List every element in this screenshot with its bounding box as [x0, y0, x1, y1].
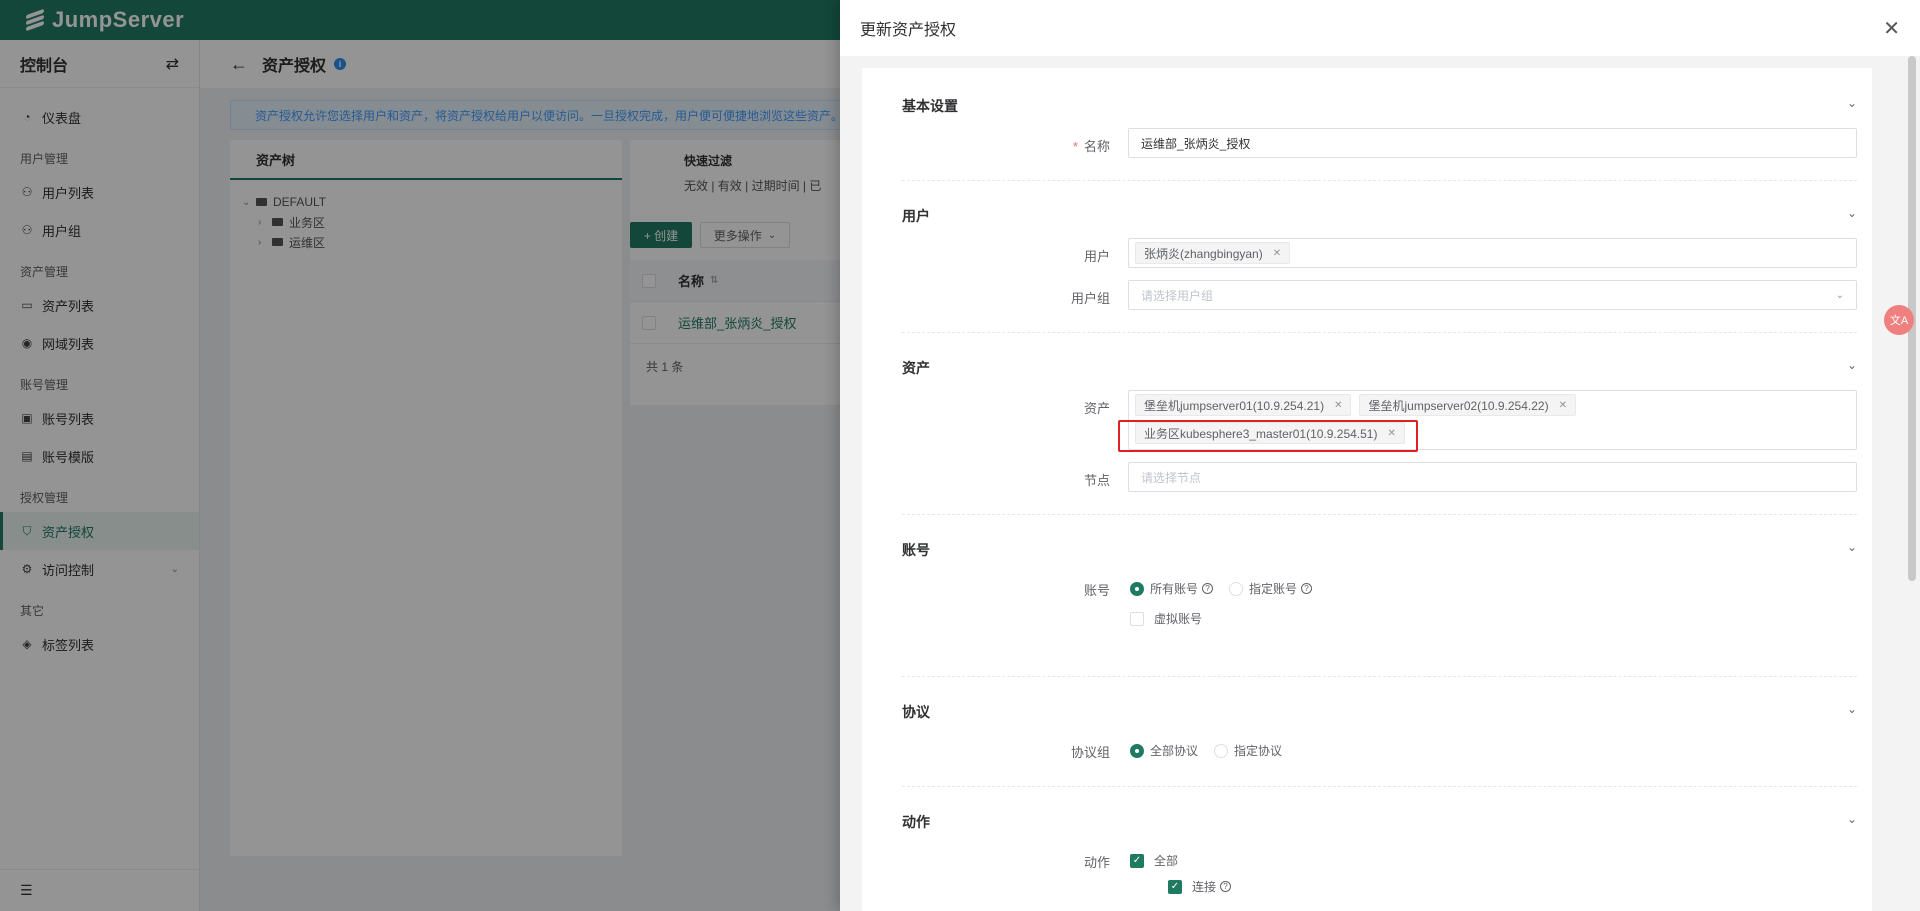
divider — [902, 514, 1857, 515]
name-label: * 名称 — [1072, 139, 1110, 154]
node-label: 节点 — [1083, 473, 1110, 488]
name-value: 运维部_张炳炎_授权 — [1141, 136, 1251, 151]
translate-icon[interactable]: 文A — [1884, 305, 1914, 335]
drawer-header: 更新资产授权 ✕ — [840, 0, 1920, 56]
update-permission-drawer: 更新资产授权 ✕ 基本设置 ⌄ * 名称 运维部_张炳炎_授权 用户 ⌄ 用户 张… — [840, 0, 1920, 911]
asset-tag: 堡垒机jumpserver01(10.9.254.21) ✕ — [1135, 394, 1352, 416]
radio-specified-protocols[interactable]: 指定协议 — [1214, 742, 1282, 759]
chevron-down-icon[interactable]: ⌄ — [1847, 540, 1857, 554]
section-title-protocol: 协议 — [902, 704, 930, 720]
modal-overlay[interactable] — [0, 0, 840, 911]
drawer-title: 更新资产授权 — [860, 22, 957, 39]
form-card: 基本设置 ⌄ * 名称 运维部_张炳炎_授权 用户 ⌄ 用户 张炳炎(zhangb… — [862, 68, 1872, 911]
section-protocol: 协议 ⌄ — [902, 702, 1857, 722]
section-account: 账号 ⌄ — [902, 540, 1857, 560]
asset-tag-label: 堡垒机jumpserver02(10.9.254.22) — [1368, 398, 1549, 413]
node-select[interactable]: 请选择节点 — [1128, 462, 1857, 492]
account-radio-group: 所有账号? 指定账号? — [1130, 580, 1328, 597]
tag-close-icon[interactable]: ✕ — [1334, 400, 1342, 411]
user-group-select[interactable]: 请选择用户组 ⌄ — [1128, 280, 1857, 310]
divider — [902, 676, 1857, 677]
section-title-account: 账号 — [902, 542, 930, 558]
chevron-down-icon[interactable]: ⌄ — [1847, 206, 1857, 220]
section-basic: 基本设置 ⌄ — [902, 96, 1857, 116]
radio-all-accounts[interactable]: 所有账号? — [1130, 580, 1214, 597]
account-label: 账号 — [1083, 583, 1110, 598]
action-label: 动作 — [1083, 855, 1110, 870]
close-icon[interactable]: ✕ — [1883, 16, 1900, 41]
chevron-down-icon[interactable]: ⌄ — [1847, 358, 1857, 372]
asset-tag: 堡垒机jumpserver02(10.9.254.22) ✕ — [1359, 394, 1576, 416]
tag-close-icon[interactable]: ✕ — [1559, 400, 1567, 411]
user-group-label: 用户组 — [1070, 291, 1110, 306]
checkbox-label: 全部 — [1154, 854, 1179, 868]
section-title-action: 动作 — [902, 814, 930, 830]
checkbox-label: 连接 — [1192, 880, 1217, 894]
section-asset: 资产 ⌄ — [902, 358, 1857, 378]
name-input[interactable]: 运维部_张炳炎_授权 — [1128, 128, 1857, 158]
section-user: 用户 ⌄ — [902, 206, 1857, 226]
check-icon: ✓ — [1168, 879, 1182, 894]
help-icon[interactable]: ? — [1202, 583, 1214, 594]
user-label: 用户 — [1083, 249, 1110, 264]
section-action: 动作 ⌄ — [902, 812, 1857, 832]
divider — [902, 332, 1857, 333]
action-connect-checkbox[interactable]: ✓ 连接? — [1168, 878, 1232, 895]
check-icon: ✓ — [1130, 853, 1144, 868]
user-tag: 张炳炎(zhangbingyan) ✕ — [1135, 242, 1291, 264]
user-tag-label: 张炳炎(zhangbingyan) — [1144, 246, 1263, 261]
section-title-asset: 资产 — [902, 360, 930, 376]
asset-tag-label: 堡垒机jumpserver01(10.9.254.21) — [1144, 398, 1325, 413]
radio-specified-accounts[interactable]: 指定账号? — [1229, 580, 1313, 597]
divider — [902, 786, 1857, 787]
protocol-radio-group: 全部协议 指定协议 — [1130, 742, 1298, 759]
protocol-group-label: 协议组 — [1070, 745, 1110, 760]
chevron-down-icon[interactable]: ⌄ — [1847, 702, 1857, 716]
checkbox-label: 虚拟账号 — [1154, 612, 1203, 626]
radio-label: 指定账号 — [1249, 582, 1298, 596]
action-all-checkbox[interactable]: ✓ 全部 — [1130, 852, 1178, 869]
radio-label: 所有账号 — [1150, 582, 1199, 596]
radio-label: 全部协议 — [1150, 744, 1199, 758]
virtual-accounts-checkbox[interactable]: 虚拟账号 — [1130, 610, 1202, 627]
highlight-box — [1118, 420, 1418, 452]
chevron-down-icon[interactable]: ⌄ — [1847, 96, 1857, 110]
chevron-down-icon: ⌄ — [1835, 289, 1844, 301]
radio-label: 指定协议 — [1234, 744, 1283, 758]
section-title-user: 用户 — [902, 208, 930, 224]
drawer-body: 基本设置 ⌄ * 名称 运维部_张炳炎_授权 用户 ⌄ 用户 张炳炎(zhangb… — [840, 56, 1920, 911]
node-placeholder: 请选择节点 — [1141, 470, 1202, 485]
tag-close-icon[interactable]: ✕ — [1273, 248, 1281, 259]
divider — [902, 180, 1857, 181]
chevron-down-icon[interactable]: ⌄ — [1847, 812, 1857, 826]
asset-label: 资产 — [1083, 401, 1110, 416]
section-title-basic: 基本设置 — [902, 98, 958, 114]
user-select[interactable]: 张炳炎(zhangbingyan) ✕ — [1128, 238, 1857, 268]
help-icon[interactable]: ? — [1301, 583, 1313, 594]
radio-all-protocols[interactable]: 全部协议 — [1130, 742, 1198, 759]
user-group-placeholder: 请选择用户组 — [1141, 288, 1214, 303]
help-icon[interactable]: ? — [1220, 881, 1232, 892]
